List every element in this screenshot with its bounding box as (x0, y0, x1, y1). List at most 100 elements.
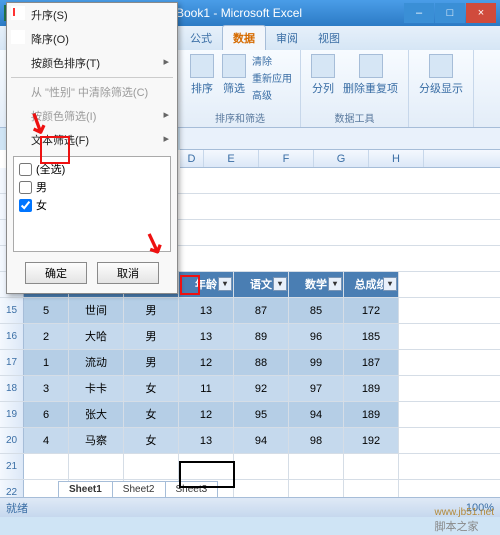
cancel-button[interactable]: 取消 (97, 262, 159, 284)
cell[interactable]: 92 (234, 376, 289, 401)
cell[interactable]: 187 (344, 350, 399, 375)
cell[interactable]: 女 (124, 428, 179, 453)
columns-icon (311, 54, 335, 78)
cell[interactable]: 192 (344, 428, 399, 453)
cell[interactable]: 95 (234, 402, 289, 427)
cell[interactable]: 88 (234, 350, 289, 375)
row-header[interactable]: 15 (0, 298, 24, 323)
cell[interactable]: 男 (124, 324, 179, 349)
clear-filter: 从 "性别" 中清除筛选(C) (7, 80, 177, 104)
ok-button[interactable]: 确定 (25, 262, 87, 284)
sort-asc-icon (11, 6, 25, 20)
sort-asc[interactable]: 升序(S) (7, 3, 177, 27)
cell[interactable]: 189 (344, 376, 399, 401)
sort-bycolor[interactable]: 按颜色排序(T)▸ (7, 51, 177, 75)
sort-desc-icon (11, 30, 25, 44)
cell[interactable]: 97 (289, 376, 344, 401)
cell[interactable]: 185 (344, 324, 399, 349)
cell[interactable]: 卡卡 (69, 376, 124, 401)
row-header[interactable]: 17 (0, 350, 24, 375)
advanced-button[interactable]: 高级 (250, 86, 294, 103)
cell[interactable]: 94 (234, 428, 289, 453)
cell[interactable]: 马察 (69, 428, 124, 453)
text-filter[interactable]: 文本筛选(F)▸ (7, 128, 177, 152)
minimize-button[interactable]: – (404, 3, 434, 23)
tab-data[interactable]: 数据 (222, 25, 266, 50)
tab-view[interactable]: 视图 (308, 26, 350, 50)
cell[interactable]: 189 (344, 402, 399, 427)
reapply-button[interactable]: 重新应用 (250, 69, 294, 86)
funnel-icon (222, 54, 246, 78)
cell[interactable]: 13 (179, 298, 234, 323)
sheet3-tab[interactable]: Sheet3 (165, 481, 219, 497)
text2col-button[interactable]: 分列 (307, 52, 339, 98)
cell[interactable]: 89 (234, 324, 289, 349)
filter-button[interactable]: 筛选 (218, 52, 250, 103)
check-female[interactable]: 女 (17, 196, 167, 214)
cell[interactable]: 流动 (69, 350, 124, 375)
row-header[interactable]: 20 (0, 428, 24, 453)
cell[interactable]: 96 (289, 324, 344, 349)
col-f[interactable]: F (259, 150, 314, 167)
check-all[interactable]: (全选) (17, 160, 167, 178)
row-header[interactable]: 21 (0, 454, 24, 479)
cell[interactable]: 1 (24, 350, 69, 375)
cell[interactable]: 87 (234, 298, 289, 323)
group-label: 数据工具 (307, 110, 402, 125)
sheet1-tab[interactable]: Sheet1 (58, 481, 113, 497)
col-g[interactable]: G (314, 150, 369, 167)
filter-checklist: (全选) 男 女 (13, 156, 171, 252)
cell[interactable]: 世间 (69, 298, 124, 323)
cell[interactable]: 12 (179, 402, 234, 427)
tab-review[interactable]: 审阅 (266, 26, 308, 50)
cell[interactable]: 2 (24, 324, 69, 349)
chevron-right-icon: ▸ (163, 55, 169, 68)
cell[interactable]: 99 (289, 350, 344, 375)
maximize-button[interactable]: □ (435, 3, 465, 23)
sort-icon (190, 54, 214, 78)
cell[interactable]: 5 (24, 298, 69, 323)
hdr-chinese[interactable]: 语文▾ (234, 272, 289, 297)
cell[interactable]: 女 (124, 402, 179, 427)
cell[interactable]: 85 (289, 298, 344, 323)
sort-desc[interactable]: 降序(O) (7, 27, 177, 51)
cell[interactable]: 男 (124, 298, 179, 323)
clear-button[interactable]: 清除 (250, 52, 294, 69)
cell[interactable]: 男 (124, 350, 179, 375)
check-male[interactable]: 男 (17, 178, 167, 196)
cell[interactable]: 大哈 (69, 324, 124, 349)
tab-formula[interactable]: 公式 (180, 26, 222, 50)
cell[interactable]: 4 (24, 428, 69, 453)
cell[interactable]: 94 (289, 402, 344, 427)
cell[interactable]: 13 (179, 324, 234, 349)
cell[interactable]: 13 (179, 428, 234, 453)
dedup-icon (359, 54, 383, 78)
cell[interactable]: 172 (344, 298, 399, 323)
hdr-age[interactable]: 年龄▾ (179, 272, 234, 297)
watermark: www.jb51.net 脚本之家 (435, 507, 494, 534)
formula-bar[interactable] (180, 128, 500, 150)
hdr-total[interactable]: 总成绩▾ (344, 272, 399, 297)
cell[interactable]: 12 (179, 350, 234, 375)
cell[interactable]: 女 (124, 376, 179, 401)
close-button[interactable]: × (466, 3, 496, 23)
sheet2-tab[interactable]: Sheet2 (112, 481, 166, 497)
cell[interactable]: 3 (24, 376, 69, 401)
group-datatools: 分列 删除重复项 数据工具 (301, 50, 409, 127)
cell[interactable]: 98 (289, 428, 344, 453)
hdr-math[interactable]: 数学▾ (289, 272, 344, 297)
cell[interactable]: 张大 (69, 402, 124, 427)
outline-button[interactable]: 分级显示 (415, 52, 467, 98)
col-h[interactable]: H (369, 150, 424, 167)
col-d[interactable]: D (180, 150, 204, 167)
row-header[interactable]: 16 (0, 324, 24, 349)
group-sortfilter: 排序 筛选 清除 重新应用 高级 排序和筛选 (180, 50, 301, 127)
filter-bycolor: 按颜色筛选(I)▸ (7, 104, 177, 128)
sort-button[interactable]: 排序 (186, 52, 218, 103)
row-header[interactable]: 19 (0, 402, 24, 427)
cell[interactable]: 6 (24, 402, 69, 427)
row-header[interactable]: 18 (0, 376, 24, 401)
cell[interactable]: 11 (179, 376, 234, 401)
col-e[interactable]: E (204, 150, 259, 167)
dedup-button[interactable]: 删除重复项 (339, 52, 402, 98)
